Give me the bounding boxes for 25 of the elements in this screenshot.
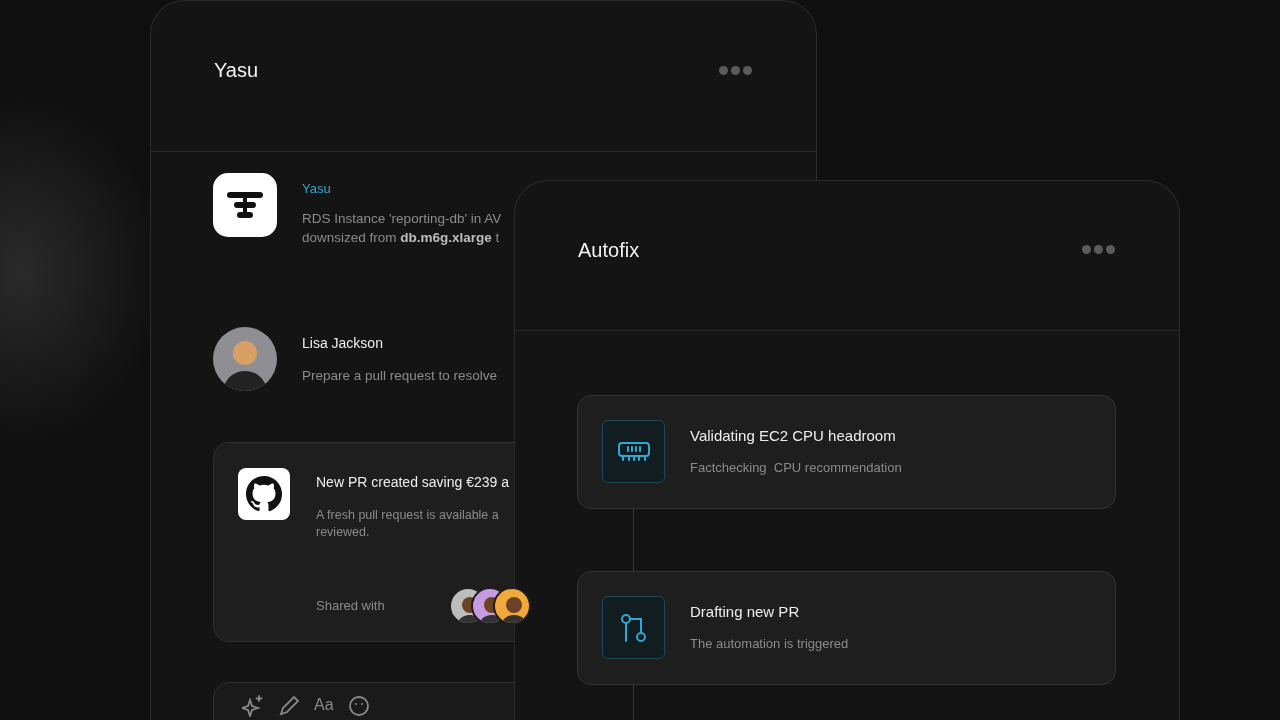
pen-icon[interactable]	[278, 694, 300, 717]
step-title: Drafting new PR	[690, 602, 801, 622]
message-text: RDS Instance 'reporting-db' in AV	[302, 209, 502, 228]
window-title: Yasu	[214, 58, 259, 83]
pr-description: reviewed.	[316, 523, 371, 541]
app-logo-icon	[213, 173, 277, 237]
message-text: downsized from db.m6g.xlarge t	[302, 228, 501, 247]
pr-title: New PR created saving €239 a	[316, 472, 510, 492]
shared-label: Shared with	[316, 596, 385, 615]
branch-icon	[602, 596, 665, 659]
step-title: Validating EC2 CPU headroom	[690, 426, 897, 446]
step-subtitle: Factchecking CPU recommendation	[690, 458, 902, 477]
sparkle-icon[interactable]	[242, 694, 264, 717]
sender-name: Yasu	[302, 180, 332, 198]
memory-chip-icon	[602, 420, 665, 483]
sender-name: Lisa Jackson	[302, 333, 384, 353]
more-icon[interactable]	[719, 65, 752, 75]
more-icon[interactable]	[1082, 245, 1115, 254]
emoji-icon[interactable]	[347, 694, 370, 717]
font-button[interactable]: Aa	[314, 694, 334, 715]
octocat-icon	[238, 467, 290, 520]
message-text: Prepare a pull request to resolve	[302, 366, 498, 385]
window-title: Autofix	[578, 237, 640, 263]
step-subtitle: The automation is triggered	[690, 634, 849, 653]
pr-description: A fresh pull request is available a	[316, 506, 500, 524]
